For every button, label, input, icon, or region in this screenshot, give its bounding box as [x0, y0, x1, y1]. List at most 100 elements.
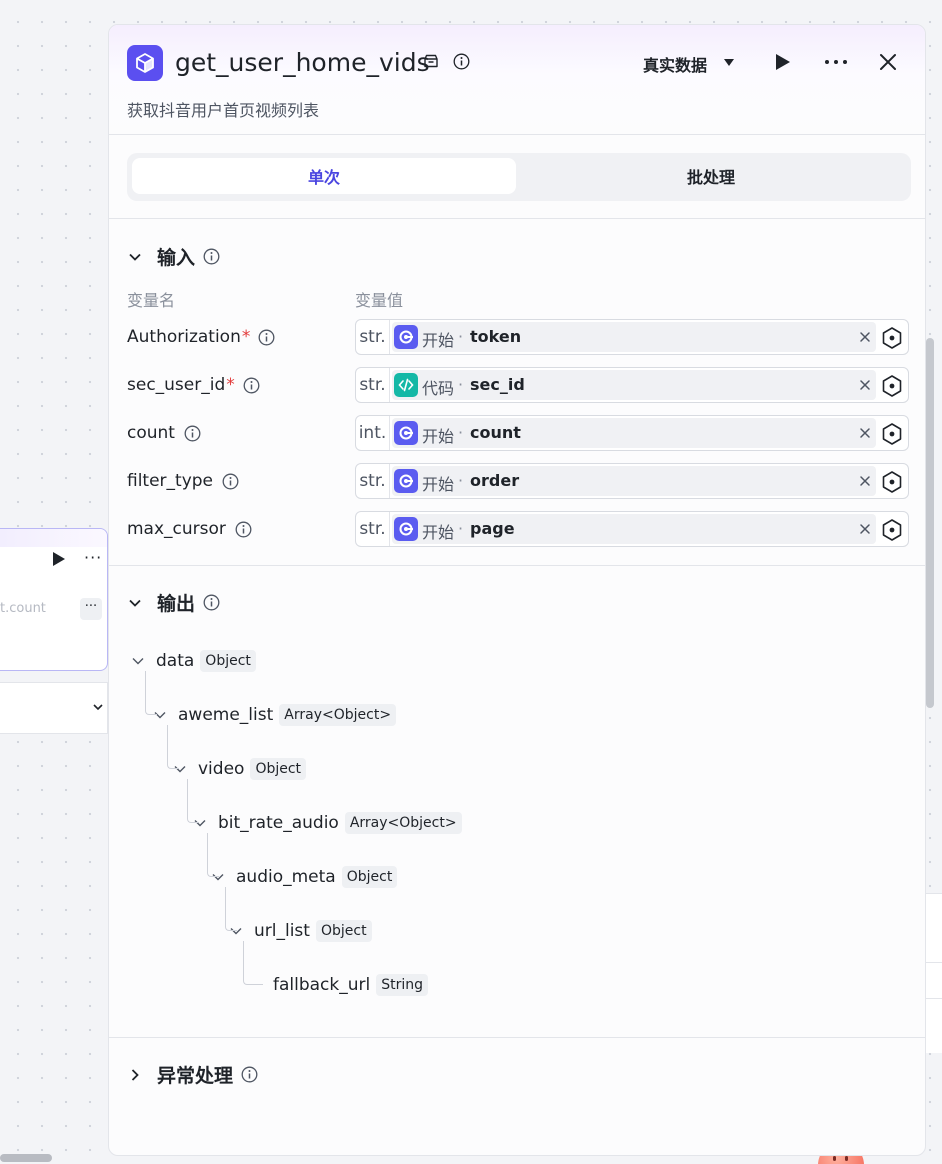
run-button[interactable]	[771, 51, 793, 73]
output-section-title: 输出	[157, 593, 196, 615]
info-icon[interactable]	[453, 53, 470, 70]
start-node-icon	[394, 325, 418, 349]
background-right-divider	[925, 998, 942, 999]
tab-batch[interactable]: 批处理	[519, 158, 903, 194]
tree-connector-line	[145, 671, 157, 715]
info-icon[interactable]	[203, 248, 220, 265]
output-tree-item[interactable]: audio_meta Object	[211, 863, 398, 891]
reference-source: 开始	[422, 475, 455, 494]
exception-section-header[interactable]: 异常处理	[127, 1061, 258, 1088]
reference-source: 开始	[422, 331, 455, 350]
start-node-icon	[394, 421, 418, 445]
type-badge[interactable]: str.	[356, 464, 390, 498]
clear-icon[interactable]	[858, 474, 872, 488]
horizontal-scrollbar[interactable]	[0, 1154, 52, 1162]
input-variable-name: filter_type	[127, 471, 239, 491]
info-icon[interactable]	[243, 377, 260, 394]
plugin-store-icon[interactable]	[423, 53, 439, 69]
required-marker: *	[226, 375, 235, 395]
variable-picker-icon[interactable]	[880, 422, 904, 446]
output-tree-item[interactable]: fallback_url String	[273, 971, 429, 999]
output-type-tag: Object	[250, 758, 307, 780]
output-tree-item[interactable]: bit_rate_audio Array<Object>	[193, 809, 462, 837]
variable-reference-chip[interactable]: 开始 · count	[392, 418, 876, 448]
type-badge[interactable]: str.	[356, 368, 390, 402]
variable-value-field[interactable]: str. 开始 · order	[355, 463, 909, 499]
variable-reference-chip[interactable]: 开始 · page	[392, 514, 876, 544]
caret-down-icon[interactable]	[723, 58, 735, 68]
info-icon[interactable]	[235, 521, 252, 538]
background-more-icon[interactable]: ···	[84, 550, 102, 566]
info-icon[interactable]	[184, 425, 201, 442]
reference-variable: token	[470, 327, 522, 346]
output-section-header[interactable]: 输出	[127, 589, 220, 616]
panel-header: get_user_home_vids 获取抖音用户首页视频列表 真实数据	[109, 25, 925, 135]
tree-connector-line	[207, 833, 219, 877]
variable-picker-icon[interactable]	[880, 470, 904, 494]
variable-picker-icon[interactable]	[880, 326, 904, 350]
variable-value-field[interactable]: int. 开始 · count	[355, 415, 909, 451]
output-field-name: url_list	[254, 921, 310, 941]
type-badge[interactable]: str.	[356, 512, 390, 546]
input-section-title: 输入	[157, 247, 196, 269]
output-field-name: audio_meta	[236, 867, 336, 887]
background-field-more-button[interactable]: ···	[80, 598, 102, 620]
panel-scrollbar[interactable]	[926, 338, 934, 708]
output-tree-item[interactable]: aweme_list Array<Object>	[153, 701, 397, 729]
variable-name-label: Authorization	[127, 327, 241, 347]
variable-value-field[interactable]: str. 代码 · sec_id	[355, 367, 909, 403]
variable-picker-icon[interactable]	[880, 518, 904, 542]
type-badge[interactable]: int.	[356, 416, 390, 450]
data-source-select[interactable]: 真实数据	[643, 52, 707, 76]
variable-value-field[interactable]: str. 开始 · token	[355, 319, 909, 355]
background-node-field: t.count	[0, 601, 46, 616]
tab-single[interactable]: 单次	[132, 158, 516, 194]
clear-icon[interactable]	[858, 330, 872, 344]
variable-reference-chip[interactable]: 开始 · order	[392, 466, 876, 496]
reference-separator: ·	[458, 471, 464, 490]
variable-name-label: sec_user_id	[127, 375, 226, 395]
background-right-divider	[925, 962, 942, 963]
clear-icon[interactable]	[858, 378, 872, 392]
chevron-down-icon[interactable]	[131, 654, 145, 668]
background-select[interactable]	[0, 682, 108, 734]
info-icon[interactable]	[258, 329, 275, 346]
clear-icon[interactable]	[858, 426, 872, 440]
divider	[109, 1037, 925, 1038]
reference-separator: ·	[458, 519, 464, 538]
background-right-card	[925, 893, 942, 1053]
variable-reference-chip[interactable]: 开始 · token	[392, 322, 876, 352]
variable-reference-chip[interactable]: 代码 · sec_id	[392, 370, 876, 400]
node-detail-panel: get_user_home_vids 获取抖音用户首页视频列表 真实数据 单次 …	[108, 24, 926, 1156]
divider	[109, 565, 925, 566]
output-type-tag: Object	[200, 650, 256, 672]
reference-variable: sec_id	[470, 375, 525, 394]
input-row: Authorization * str. 开始 · token	[109, 317, 925, 361]
background-node-header	[0, 529, 107, 547]
chevron-down-icon[interactable]	[127, 595, 143, 611]
chevron-right-icon[interactable]	[127, 1067, 143, 1083]
variable-picker-icon[interactable]	[880, 374, 904, 398]
chevron-down-icon[interactable]	[127, 249, 143, 265]
info-icon[interactable]	[222, 473, 239, 490]
input-section-header[interactable]: 输入	[127, 243, 220, 270]
variable-value-field[interactable]: str. 开始 · page	[355, 511, 909, 547]
reference-variable: order	[470, 471, 520, 490]
reference-separator: ·	[458, 327, 464, 346]
background-node-card[interactable]: ··· t.count ···	[0, 528, 108, 671]
code-node-icon	[394, 373, 418, 397]
reference-variable: page	[470, 519, 515, 538]
input-row: filter_type str. 开始 · order	[109, 461, 925, 505]
info-icon[interactable]	[203, 594, 220, 611]
output-field-name: data	[156, 651, 195, 671]
output-field-name: fallback_url	[273, 975, 371, 995]
input-variable-name: Authorization *	[127, 327, 275, 347]
info-icon[interactable]	[241, 1066, 258, 1083]
background-play-icon[interactable]	[52, 551, 66, 567]
more-icon[interactable]	[821, 51, 851, 73]
clear-icon[interactable]	[858, 522, 872, 536]
input-row: max_cursor str. 开始 · page	[109, 509, 925, 553]
close-icon[interactable]	[877, 51, 899, 73]
type-badge[interactable]: str.	[356, 320, 390, 354]
output-type-tag: Object	[315, 920, 372, 942]
